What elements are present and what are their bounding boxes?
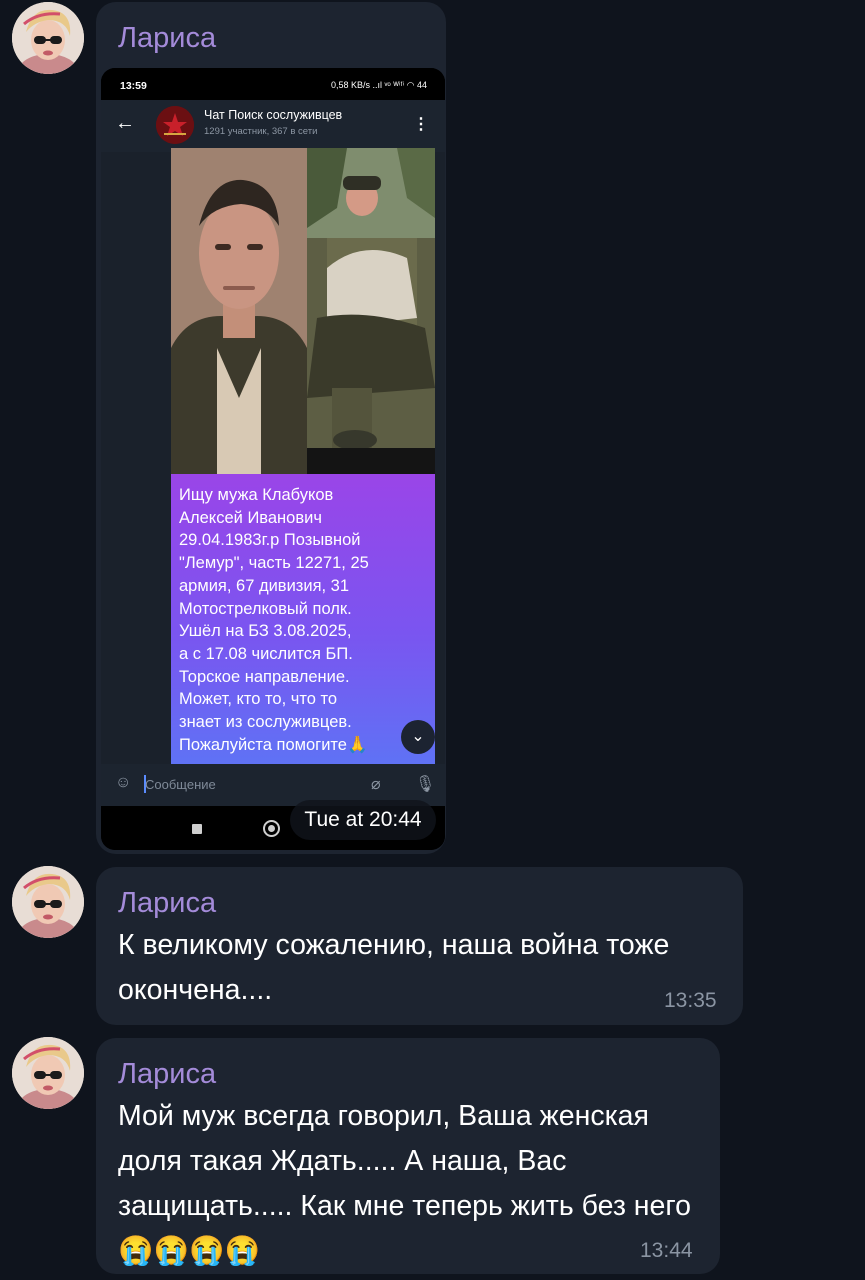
channel-avatar (156, 106, 194, 144)
status-icons: 0,58 KB/s ..ıl ᵛᵒ ᵂⁱᶠⁱ ◠ 44 (330, 80, 427, 90)
smile-icon: ☺ (115, 774, 132, 791)
post-text: Ищу мужа Клабуков Алексей Иванович 29.04… (179, 486, 369, 754)
recents-icon (192, 824, 202, 834)
sender-avatar[interactable] (12, 1037, 84, 1109)
arrow-left-icon: ← (115, 112, 135, 134)
phone-status-bar: 13:59 0,58 KB/s ..ıl ᵛᵒ ᵂⁱᶠⁱ ◠ 44 (101, 68, 445, 100)
portrait-photo (171, 148, 307, 474)
message-text: Мой муж всегда говорил, Ваша женская дол… (118, 1100, 692, 1267)
chat-header: ← Чат Поиск сослуживцев 1291 участник, 3… (101, 100, 445, 152)
sender-avatar[interactable] (12, 866, 84, 938)
attached-screenshot[interactable]: 13:59 0,58 KB/s ..ıl ᵛᵒ ᵂⁱᶠⁱ ◠ 44 ← Чат … (101, 68, 445, 850)
avatar-photo (12, 866, 84, 938)
more-vertical-icon: ⋮ (413, 116, 429, 133)
sender-name[interactable]: Лариса (118, 887, 216, 920)
post-text-card: Ищу мужа Клабуков Алексей Иванович 29.04… (171, 474, 435, 764)
paperclip-icon: ⌀ (371, 776, 381, 793)
chevron-down-icon: ⌄ (401, 720, 435, 754)
avatar-photo (12, 2, 84, 74)
star-emblem-icon (156, 106, 194, 144)
avatar-photo (12, 1037, 84, 1109)
home-icon (263, 820, 280, 837)
portrait-image (171, 148, 307, 474)
message-input-placeholder: Сообщение (145, 777, 216, 792)
sender-name[interactable]: Лариса (118, 22, 216, 55)
message-time: 13:35 (664, 989, 717, 1012)
microphone-icon: 🎙 (415, 776, 436, 793)
status-time: 13:59 (120, 80, 147, 92)
chat-subtitle: 1291 участник, 367 в сети (204, 126, 318, 137)
field-photo (307, 148, 435, 474)
sender-avatar[interactable] (12, 2, 84, 74)
message-time: 13:44 (640, 1239, 693, 1262)
chat-title: Чат Поиск сослуживцев (204, 108, 343, 122)
sender-name[interactable]: Лариса (118, 1058, 216, 1091)
message-text: К великому сожалению, наша война тоже ок… (118, 929, 670, 1006)
field-image (307, 148, 435, 474)
message-time: Tue at 20:44 (290, 800, 436, 840)
